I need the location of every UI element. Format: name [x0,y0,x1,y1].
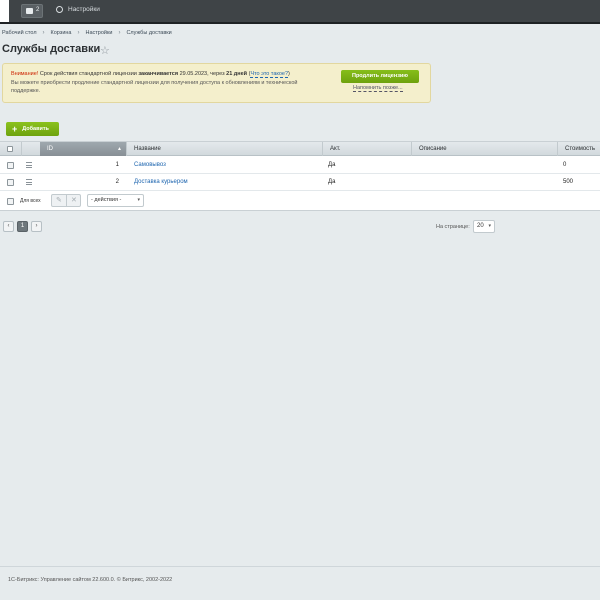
cell-cost: 0 [563,162,567,168]
notice-date: 29.05.2023, через [178,71,227,77]
table-row[interactable]: 1 Самовывоз Да 0 [0,157,600,174]
page-title: Службы доставки [2,43,101,55]
notifications-button[interactable]: 2 [21,4,43,18]
star-icon[interactable]: ☆ [100,44,110,57]
notice-days: 21 дней [226,71,248,77]
notifications-icon [26,8,33,14]
plus-icon: + [12,123,18,134]
actions-select[interactable]: - действия - ▾ [87,194,144,207]
cell-id: 1 [115,162,119,168]
renew-license-button[interactable]: Продлить лицензию [341,70,419,83]
column-description[interactable]: Описание [411,142,557,156]
breadcrumb-item-cart[interactable]: Корзина [51,30,72,36]
column-active[interactable]: Акт. [322,142,411,156]
chevron-down-icon: ▾ [488,223,491,229]
license-notice: Внимание! Срок действия стандартной лице… [2,63,431,103]
topbar-strip [0,22,600,24]
chevron-down-icon: ▾ [137,197,140,203]
notice-line1: Внимание! Срок действия стандартной лице… [11,71,290,78]
cell-id: 2 [115,179,119,185]
for-all-label: Для всех [20,198,41,204]
column-id[interactable]: ID ▲ [40,142,126,156]
breadcrumb: Рабочий стол › Корзина › Настройки › Слу… [2,30,172,36]
cell-name-link[interactable]: Доставка курьером [134,174,188,191]
cell-cost: 500 [563,179,574,185]
divider [66,195,67,206]
notice-text: Срок действия стандартной лицензии [38,71,139,77]
cell-name-link[interactable]: Самовывоз [134,157,166,174]
gear-icon [56,6,63,13]
add-button-label: Добавить [22,126,49,132]
what-is-this-link[interactable]: Что это такое? [250,71,289,78]
topbar-logo-area [0,0,9,22]
delete-icon[interactable]: ✕ [71,196,77,204]
notifications-count: 2 [36,7,40,13]
table-row[interactable]: 2 Доставка курьером Да 500 [0,174,600,191]
column-name[interactable]: Название [126,142,322,156]
breadcrumb-item-delivery[interactable]: Службы доставки [126,30,171,36]
add-button[interactable]: + Добавить [6,122,59,136]
column-cost[interactable]: Стоимость [557,142,600,156]
table-footer: Для всех ✎ ✕ - действия - ▾ [0,191,600,211]
settings-link[interactable]: Настройки [56,6,100,13]
group-actions: ✎ ✕ [51,194,81,207]
row-checkbox[interactable] [7,179,14,186]
per-page-value: 20 [477,223,484,229]
settings-label: Настройки [68,6,100,13]
notice-line2: Вы можете приобрести продление стандартн… [11,80,298,94]
delivery-table: ID ▲ Название Акт. Описание Стоимость 1 … [0,141,600,211]
table-header: ID ▲ Название Акт. Описание Стоимость [0,142,600,156]
current-page[interactable]: 1 [17,221,28,232]
notice-expires: заканчивается [138,71,179,77]
select-all-checkbox[interactable] [7,146,13,152]
menu-icon[interactable] [26,179,32,185]
chevron-right-icon: › [77,30,80,36]
per-page-select[interactable]: 20 ▾ [473,220,495,233]
remind-later-link[interactable]: Напомнить позже... [353,85,403,92]
next-page-button[interactable]: › [31,221,42,232]
sort-asc-icon: ▲ [117,146,122,152]
edit-icon[interactable]: ✎ [56,196,62,204]
cell-active: Да [328,179,336,185]
breadcrumb-item-desktop[interactable]: Рабочий стол [2,30,37,36]
column-actions [21,142,40,156]
per-page-label: На странице: [436,224,470,230]
notice-warning-label: Внимание! [11,71,39,77]
cell-active: Да [328,162,336,168]
column-id-label: ID [47,146,53,152]
pagination: ‹ 1 › [3,221,42,232]
breadcrumb-item-settings[interactable]: Настройки [85,30,112,36]
prev-page-button[interactable]: ‹ [3,221,14,232]
chevron-right-icon: › [118,30,121,36]
row-checkbox[interactable] [7,162,14,169]
chevron-right-icon: › [42,30,45,36]
for-all-checkbox[interactable] [7,198,14,205]
actions-select-value: - действия - [91,197,122,203]
footer-divider [0,566,600,567]
copyright-text: 1С-Битрикс: Управление сайтом 22.600.0. … [8,577,173,583]
admin-topbar: 2 Настройки [0,0,600,22]
menu-icon[interactable] [26,162,32,168]
